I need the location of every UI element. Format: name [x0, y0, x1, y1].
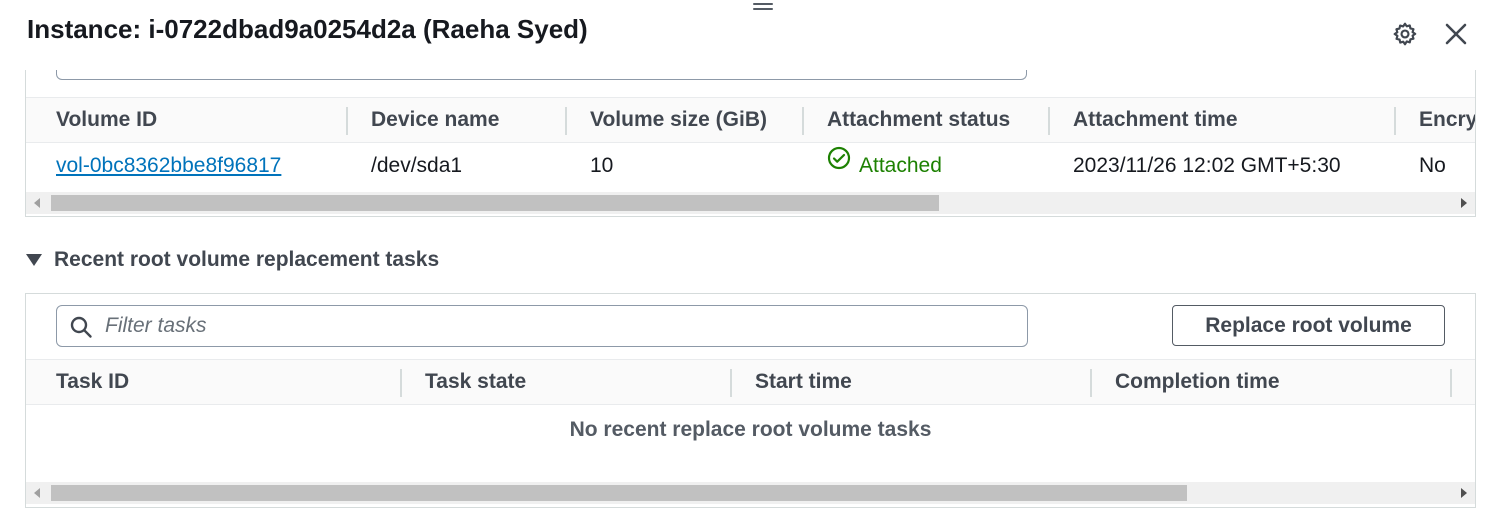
- column-header-completion-time[interactable]: Completion time: [1115, 360, 1280, 404]
- scrollbar-thumb[interactable]: [51, 485, 1187, 501]
- column-header-attachment-status[interactable]: Attachment status: [827, 98, 1010, 142]
- scroll-left-arrow-icon[interactable]: [34, 198, 40, 208]
- close-icon[interactable]: [1441, 19, 1471, 49]
- tasks-horizontal-scrollbar[interactable]: [26, 482, 1475, 504]
- column-header-task-id[interactable]: Task ID: [56, 360, 129, 404]
- column-divider[interactable]: [802, 107, 804, 135]
- column-header-attachment-time[interactable]: Attachment time: [1073, 98, 1238, 142]
- scrollbar-thumb[interactable]: [51, 195, 939, 211]
- volumes-filter-input[interactable]: [56, 70, 1027, 80]
- column-divider[interactable]: [730, 369, 732, 397]
- column-header-volume-size[interactable]: Volume size (GiB): [590, 98, 767, 142]
- column-divider[interactable]: [1090, 369, 1092, 397]
- tasks-section-toggle[interactable]: Recent root volume replacement tasks: [26, 246, 439, 274]
- gear-icon[interactable]: [1390, 19, 1420, 49]
- column-header-encrypted[interactable]: Encry: [1419, 98, 1475, 142]
- drag-handle-icon[interactable]: [753, 0, 773, 14]
- filter-tasks-field[interactable]: [56, 305, 1028, 347]
- status-success-icon: [827, 142, 851, 188]
- attachment-status-cell: Attached: [827, 142, 942, 190]
- attachment-time-cell: 2023/11/26 12:02 GMT+5:30: [1073, 154, 1341, 177]
- column-header-device-name[interactable]: Device name: [371, 98, 499, 142]
- filter-tasks-input[interactable]: [105, 306, 1005, 346]
- tasks-table-header: Task ID Task state Start time Completion…: [26, 359, 1475, 405]
- column-header-start-time[interactable]: Start time: [755, 360, 852, 404]
- encrypted-cell: No: [1419, 154, 1446, 177]
- section-title: Recent root volume replacement tasks: [54, 248, 440, 271]
- scroll-right-arrow-icon[interactable]: [1461, 198, 1467, 208]
- column-header-task-state[interactable]: Task state: [425, 360, 526, 404]
- column-divider[interactable]: [1048, 107, 1050, 135]
- column-divider[interactable]: [346, 107, 348, 135]
- column-divider[interactable]: [1450, 369, 1452, 397]
- caret-down-icon: [26, 254, 42, 266]
- volume-id-link[interactable]: vol-0bc8362bbe8f96817: [56, 142, 281, 190]
- column-divider[interactable]: [400, 369, 402, 397]
- table-row: vol-0bc8362bbe8f96817 /dev/sda1 10 Attac…: [26, 142, 1475, 190]
- replace-root-volume-button[interactable]: Replace root volume: [1172, 305, 1445, 346]
- search-icon: [69, 315, 93, 344]
- device-name-cell: /dev/sda1: [371, 154, 463, 177]
- volumes-horizontal-scrollbar[interactable]: [26, 192, 1475, 214]
- scroll-right-arrow-icon[interactable]: [1461, 488, 1467, 498]
- volume-size-cell: 10: [590, 154, 614, 177]
- page-title: Instance: i-0722dbad9a0254d2a (Raeha Sye…: [27, 14, 588, 44]
- column-header-volume-id[interactable]: Volume ID: [56, 98, 157, 142]
- scroll-left-arrow-icon[interactable]: [34, 488, 40, 498]
- attachment-status-label: Attached: [859, 154, 942, 177]
- column-divider[interactable]: [1394, 107, 1396, 135]
- volumes-table-header: Volume ID Device name Volume size (GiB) …: [26, 97, 1475, 143]
- empty-state-message: No recent replace root volume tasks: [569, 418, 932, 441]
- column-divider[interactable]: [565, 107, 567, 135]
